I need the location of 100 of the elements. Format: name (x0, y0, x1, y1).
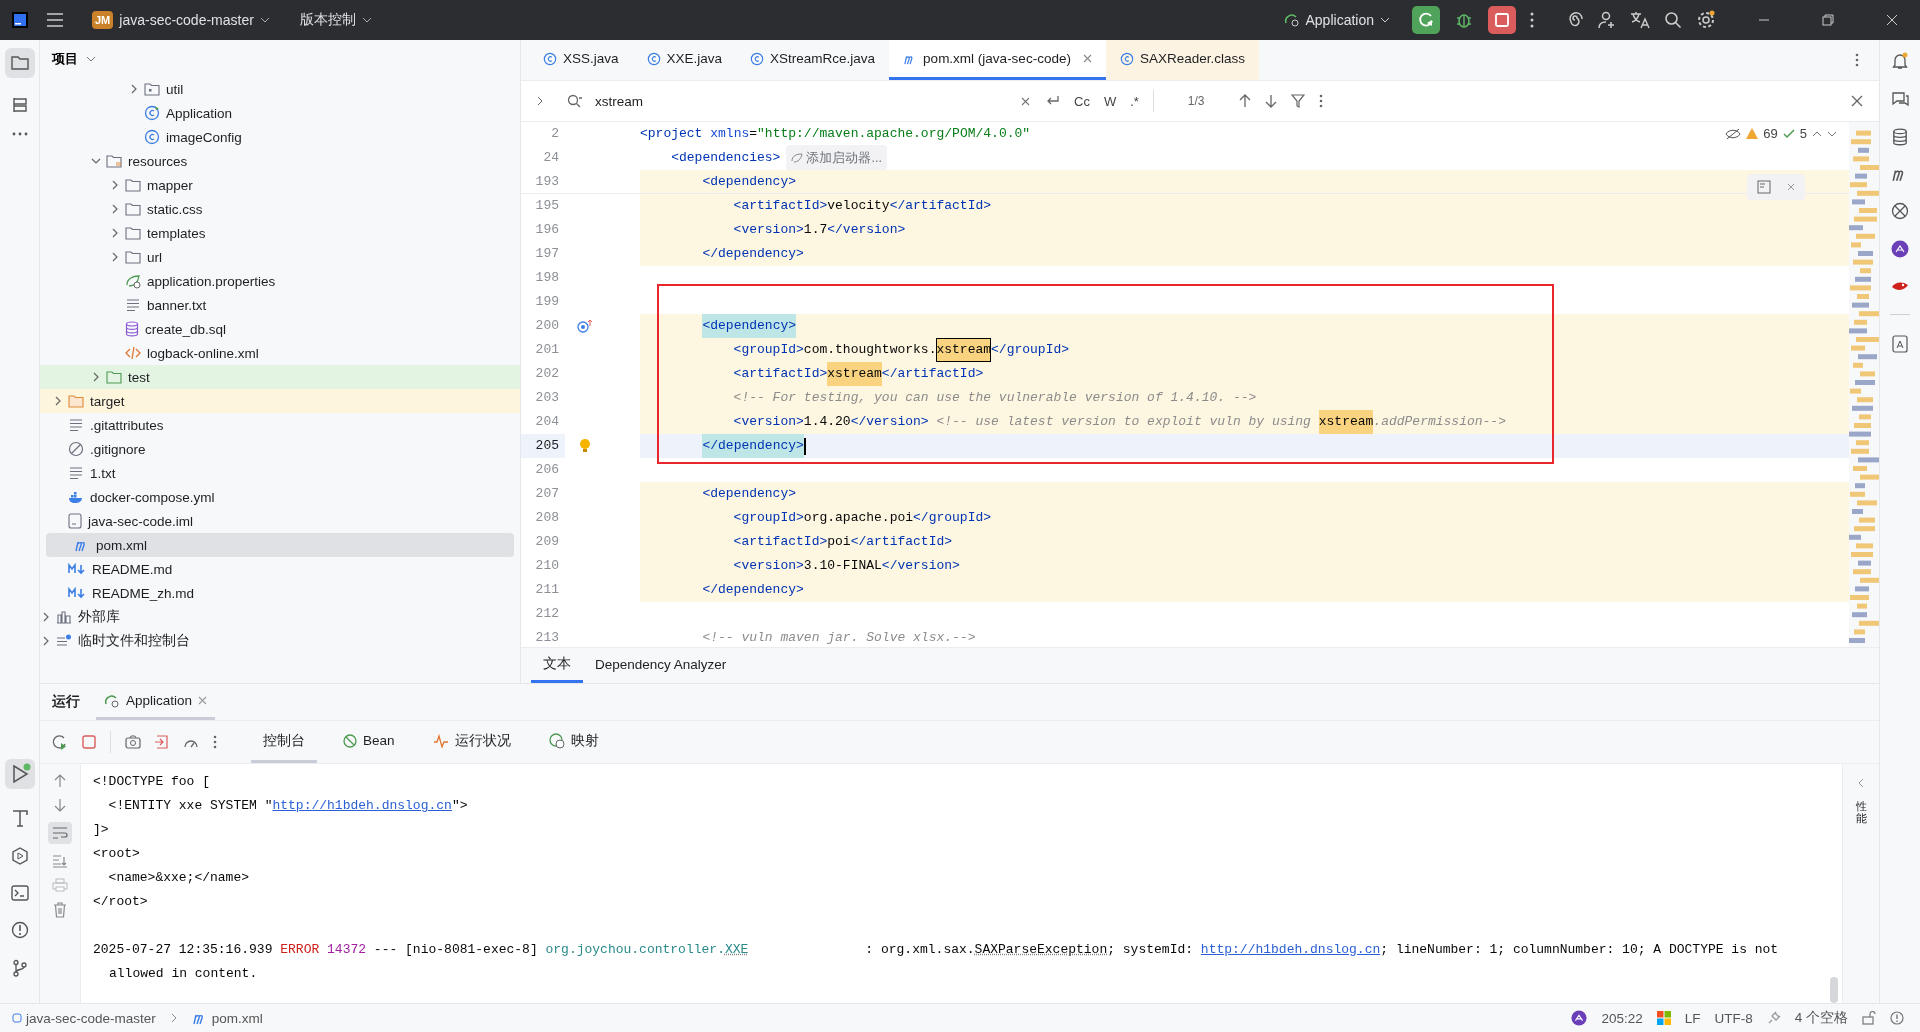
file-encoding[interactable]: UTF-8 (1714, 1010, 1753, 1026)
editor-tab[interactable]: XSS.java (529, 40, 633, 80)
caret-down-icon[interactable] (1827, 130, 1837, 137)
tree-item[interactable]: .gitattributes (40, 413, 520, 437)
clear-icon[interactable] (1021, 96, 1030, 106)
tree-item[interactable]: util (40, 77, 520, 101)
editor-tab[interactable]: SAXReader.class (1105, 40, 1259, 80)
cursor-position[interactable]: 205:22 (1601, 1010, 1643, 1026)
editor-mode-tab[interactable]: 文本 (531, 648, 583, 683)
more-icon[interactable] (11, 132, 28, 136)
services-icon[interactable] (10, 847, 29, 865)
add-user-icon[interactable] (1598, 11, 1616, 29)
breadcrumb[interactable]: pom.xml (191, 1010, 263, 1026)
tool-tab[interactable]: 运行状况 (420, 721, 523, 763)
tree-item[interactable]: pom.xml (46, 533, 514, 557)
search-icon[interactable] (1664, 11, 1682, 29)
caret-up-icon[interactable] (1812, 130, 1822, 137)
exit-icon[interactable] (155, 735, 169, 749)
close-icon[interactable] (1851, 95, 1863, 107)
arrow-down-icon[interactable] (54, 798, 66, 812)
scroll-to-end-icon[interactable] (52, 854, 68, 868)
translate-book-icon[interactable] (1892, 335, 1908, 353)
translate-icon[interactable] (1630, 11, 1650, 29)
menu-icon[interactable] (46, 13, 64, 27)
problems-icon[interactable] (10, 921, 29, 939)
network-icon[interactable] (1891, 202, 1909, 220)
expand-icon[interactable] (535, 96, 545, 106)
tree-item[interactable]: .gitignore (40, 437, 520, 461)
run-tab[interactable]: Application (96, 684, 216, 720)
lightbulb-icon[interactable] (579, 438, 591, 454)
arrow-up-icon[interactable] (1238, 94, 1251, 108)
project-selector[interactable]: JM java-sec-code-master (84, 7, 278, 33)
tool-tab[interactable]: Bean (331, 721, 407, 763)
arrow-down-icon[interactable] (1264, 94, 1277, 108)
warning-icon[interactable] (1890, 1011, 1904, 1025)
trash-icon[interactable] (53, 902, 67, 918)
terminal-icon[interactable] (10, 885, 29, 901)
settings-icon[interactable] (1696, 10, 1716, 30)
search-option-toggle[interactable]: W (1103, 93, 1117, 109)
tree-item[interactable]: banner.txt (40, 293, 520, 317)
folder-icon[interactable] (4, 48, 35, 78)
breadcrumb[interactable]: java-sec-code-master (12, 1010, 156, 1026)
bell-icon[interactable] (1891, 52, 1909, 70)
tree-item[interactable]: 1.txt (40, 461, 520, 485)
console-link[interactable]: http://h1bdeh.dnslog.cn (1200, 942, 1381, 957)
tree-item[interactable]: target (40, 389, 520, 413)
vcs-menu[interactable]: 版本控制 (291, 7, 380, 33)
more-icon[interactable] (1530, 12, 1534, 28)
eye-crossed-icon[interactable] (1725, 127, 1742, 140)
inline-hint[interactable]: 添加启动器... (786, 145, 887, 171)
tool-tab[interactable]: 映射 (536, 721, 611, 763)
arrow-up-icon[interactable] (54, 774, 66, 788)
tree-item[interactable]: templates (40, 221, 520, 245)
editor-tab[interactable]: XXE.java (632, 40, 737, 80)
rerun-icon[interactable] (52, 734, 68, 750)
stop-icon[interactable] (1488, 6, 1516, 34)
run-icon[interactable] (4, 759, 35, 789)
tree-item[interactable]: create_db.sql (40, 317, 520, 341)
tree-item[interactable]: 外部库 (40, 605, 520, 629)
spiral-icon[interactable] (1566, 11, 1584, 29)
filter-icon[interactable] (1290, 94, 1305, 108)
tree-item[interactable]: java-sec-code.iml (40, 509, 520, 533)
camera-icon[interactable] (125, 735, 141, 749)
scrollbar-thumb[interactable] (1830, 977, 1838, 1003)
tree-item[interactable]: Application (40, 101, 520, 125)
tree-item[interactable]: resources (40, 149, 520, 173)
tree-item[interactable]: static.css (40, 197, 520, 221)
tree-item[interactable]: test (40, 365, 520, 389)
tree-item[interactable]: README.md (40, 557, 520, 581)
plugin-badge-icon[interactable] (1891, 240, 1909, 258)
line-separator[interactable]: LF (1684, 1010, 1701, 1026)
windows-logo-icon[interactable] (1656, 1011, 1671, 1025)
unlock-icon[interactable] (1862, 1011, 1876, 1025)
chat-icon[interactable] (1891, 90, 1909, 108)
more-icon[interactable] (213, 735, 217, 749)
side-panel-label[interactable]: 性能 (1855, 800, 1867, 825)
tree-item[interactable]: 临时文件和控制台 (40, 629, 520, 653)
indent-setting[interactable]: 4 个空格 (1794, 1009, 1848, 1027)
run-configuration[interactable]: Application (1275, 8, 1398, 32)
restore-icon[interactable] (1822, 14, 1834, 26)
search-option-toggle[interactable]: .* (1130, 93, 1139, 109)
tree-item[interactable]: url (40, 245, 520, 269)
collapse-icon[interactable] (1857, 778, 1865, 788)
editor-tab[interactable]: XStreamRce.java (736, 40, 890, 80)
database-icon[interactable] (1892, 128, 1908, 146)
git-branch-icon[interactable] (10, 959, 29, 977)
plug-icon[interactable] (1766, 1011, 1781, 1025)
more-icon[interactable] (1318, 94, 1323, 108)
tree-item[interactable]: README_zh.md (40, 581, 520, 605)
project-view-selector[interactable]: 项目 (52, 49, 96, 68)
tree-item[interactable]: application.properties (40, 269, 520, 293)
tree-item[interactable]: imageConfig (40, 125, 520, 149)
more-icon[interactable] (1855, 53, 1859, 67)
hammer-icon[interactable] (10, 809, 29, 827)
plugin-badge-icon[interactable] (1571, 1010, 1588, 1026)
rerun-icon[interactable] (1412, 6, 1440, 34)
search-option-toggle[interactable]: Cc (1074, 93, 1090, 109)
editor-mode-tab[interactable]: Dependency Analyzer (583, 648, 739, 683)
editor-tab[interactable]: pom.xml (java-sec-code) (889, 40, 1106, 80)
search-field[interactable]: xstream (593, 92, 977, 110)
